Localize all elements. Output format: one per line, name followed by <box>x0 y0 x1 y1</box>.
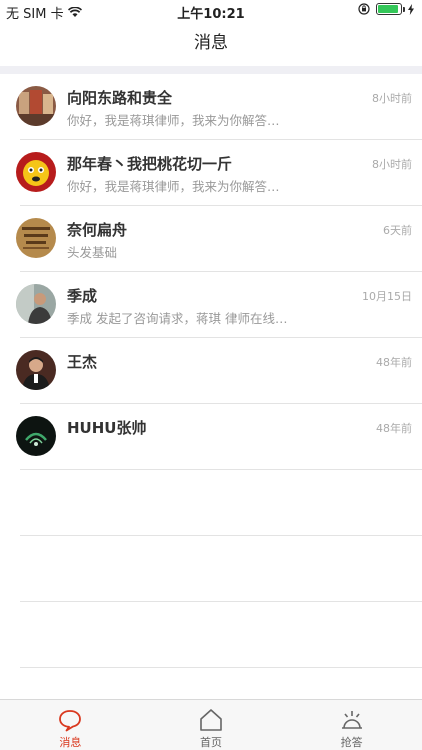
conversation-row[interactable]: 季成 季成 发起了咨询请求，蒋琪 律师在线… 10月15日 <box>0 272 422 338</box>
battery-tip <box>403 7 405 12</box>
message-time: 6天前 <box>383 224 412 237</box>
contact-name: 季成 <box>67 287 98 305</box>
battery-level <box>378 5 398 13</box>
tab-label: 消息 <box>59 736 82 749</box>
empty-row <box>0 470 422 536</box>
message-preview: 你好，我是蒋琪律师，我来为你解答… <box>67 113 280 128</box>
avatar <box>16 350 56 390</box>
orientation-lock-icon <box>358 3 370 15</box>
avatar <box>16 86 56 126</box>
status-bar: 无 SIM 卡 上午10:21 <box>0 0 422 22</box>
empty-row <box>0 602 422 668</box>
avatar <box>16 152 56 192</box>
nav-separator <box>0 66 422 74</box>
nav-title: 消息 <box>194 33 228 53</box>
message-preview: 季成 发起了咨询请求，蒋琪 律师在线… <box>67 311 288 326</box>
avatar <box>16 416 56 456</box>
contact-name: 奈何扁舟 <box>67 221 128 239</box>
contact-name: 向阳东路和贵全 <box>67 89 173 107</box>
contact-name: 那年春丶我把桃花切一斤 <box>67 155 233 173</box>
tab-quick-answer[interactable]: 抢答 <box>281 700 422 750</box>
tab-label: 首页 <box>200 736 222 749</box>
message-preview: 你好，我是蒋琪律师，我来为你解答… <box>67 179 280 194</box>
tab-home[interactable]: 首页 <box>141 700 282 750</box>
conversation-row[interactable]: 王杰 48年前 <box>0 338 422 404</box>
message-preview: 头发基础 <box>67 245 118 260</box>
message-time: 48年前 <box>376 356 412 369</box>
message-time: 10月15日 <box>362 290 412 303</box>
message-time: 48年前 <box>376 422 412 435</box>
tab-label: 抢答 <box>340 736 363 749</box>
contact-name: 王杰 <box>67 353 98 371</box>
message-time: 8小时前 <box>372 92 412 105</box>
bell-icon <box>341 711 362 729</box>
conversation-row[interactable]: HUHU张帅 48年前 <box>0 404 422 470</box>
tab-bar: 消息 首页 抢答 <box>0 699 422 750</box>
charging-icon <box>408 3 414 15</box>
avatar <box>16 284 56 324</box>
conversation-row[interactable]: 奈何扁舟 头发基础 6天前 <box>0 206 422 272</box>
conversation-row[interactable]: 那年春丶我把桃花切一斤 你好，我是蒋琪律师，我来为你解答… 8小时前 <box>0 140 422 206</box>
avatar <box>16 218 56 258</box>
contact-name: HUHU张帅 <box>67 419 147 437</box>
home-icon <box>200 709 222 731</box>
tab-messages[interactable]: 消息 <box>0 700 141 750</box>
battery-icon <box>376 3 405 15</box>
status-right <box>358 3 414 15</box>
conversation-list: 向阳东路和贵全 你好，我是蒋琪律师，我来为你解答… 8小时前 那年春丶我把桃花切… <box>0 74 422 668</box>
message-time: 8小时前 <box>372 158 412 171</box>
chat-bubble-icon <box>59 710 82 732</box>
empty-row <box>0 536 422 602</box>
conversation-row[interactable]: 向阳东路和贵全 你好，我是蒋琪律师，我来为你解答… 8小时前 <box>0 74 422 140</box>
